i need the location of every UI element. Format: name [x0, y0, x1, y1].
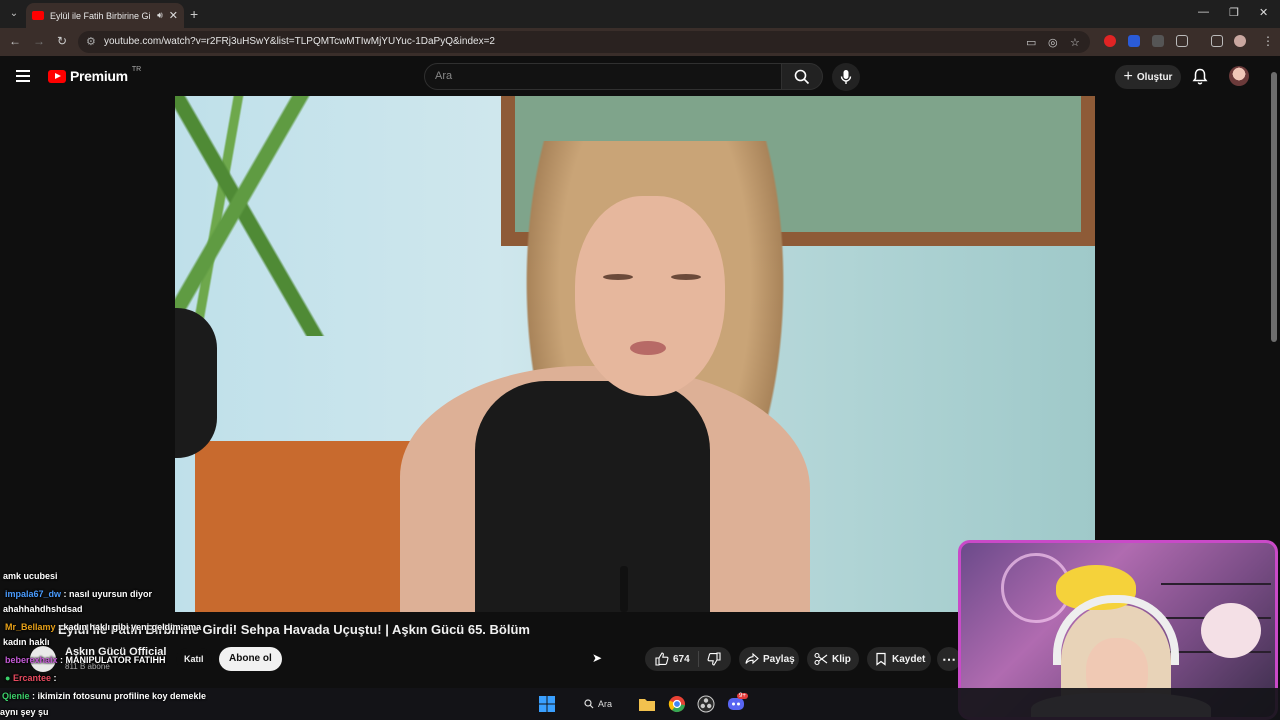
- save-button[interactable]: Kaydet: [867, 647, 931, 671]
- mouse-cursor-icon: ➤: [592, 651, 603, 665]
- tab-title: Eylül ile Fatih Birbirine Girdi: [50, 10, 152, 21]
- site-info-icon[interactable]: ⚙: [86, 35, 96, 48]
- extension-record-icon[interactable]: [1104, 35, 1116, 47]
- page-scrollbar[interactable]: [1270, 60, 1278, 350]
- clip-button[interactable]: Klip: [807, 647, 859, 671]
- tab-audio-icon[interactable]: 🔊︎: [157, 10, 163, 21]
- chat-line: Mr_Bellamy : kadın haklı gibi yeni geldi…: [5, 622, 202, 632]
- extensions-puzzle-icon[interactable]: [1176, 35, 1188, 47]
- tab-close-icon[interactable]: ✕: [169, 9, 178, 22]
- tab-search-chevron-icon[interactable]: ⌄: [6, 6, 22, 22]
- restore-icon[interactable]: ❐: [1229, 6, 1239, 19]
- join-button[interactable]: Katıl: [176, 648, 212, 670]
- search-input[interactable]: [425, 64, 781, 88]
- search-icon: [794, 69, 810, 85]
- address-bar[interactable]: ⚙ youtube.com/watch?v=r2FRj3uHSwY&list=T…: [78, 31, 1090, 53]
- browser-tab[interactable]: Eylül ile Fatih Birbirine Girdi 🔊︎ ✕: [26, 3, 184, 28]
- youtube-header: Premium TR + Oluştur: [0, 56, 1280, 96]
- reload-icon[interactable]: ↻: [57, 34, 67, 48]
- chat-line: impala67_dw : nasıl uyursun diyor: [5, 589, 153, 599]
- thumbs-up-icon: [655, 652, 669, 666]
- chat-line: beberexhaix : MANIPULATOR FATIHH: [5, 655, 166, 665]
- account-avatar[interactable]: [1229, 66, 1249, 86]
- new-tab-button[interactable]: +: [190, 6, 198, 22]
- save-label: Kaydet: [892, 653, 926, 665]
- logo-region: TR: [131, 65, 142, 73]
- chat-line: ahahhahdhshdsad: [3, 604, 83, 614]
- video-woman-eyes: [595, 274, 715, 280]
- chat-line: aynı şey şu: [0, 707, 49, 717]
- thumbs-down-icon: [707, 652, 721, 666]
- youtube-play-icon: [48, 69, 66, 83]
- dislike-button[interactable]: [699, 652, 725, 666]
- video-woman-mouth: [630, 341, 666, 355]
- taskbar-search-label: Ara: [598, 699, 613, 709]
- chat-line: Qienie : ikimizin fotosunu profiline koy…: [2, 691, 207, 701]
- video-plant: [175, 96, 325, 336]
- notifications-bell-icon[interactable]: [1192, 68, 1208, 85]
- video-player[interactable]: [175, 96, 1095, 612]
- youtube-favicon-icon: [32, 11, 44, 20]
- scissors-icon: [814, 652, 828, 666]
- video-woman-face: [575, 196, 725, 396]
- share-icon: [745, 652, 759, 665]
- taskbar-search-icon: [584, 699, 594, 709]
- share-button[interactable]: Paylaş: [739, 647, 799, 671]
- video-person-foreground: [175, 308, 217, 458]
- search-box: [424, 63, 782, 90]
- menu-icon[interactable]: [16, 70, 30, 82]
- profile-icon[interactable]: [1234, 35, 1246, 47]
- media-controls-icon[interactable]: [1211, 35, 1223, 47]
- clip-label: Klip: [832, 653, 851, 665]
- webcam-plush: [1201, 603, 1261, 658]
- chat-line: kadın haklı: [3, 637, 50, 647]
- subscribe-button[interactable]: Abone ol: [219, 647, 282, 671]
- window-close-icon[interactable]: ✕: [1259, 6, 1268, 19]
- chat-line: ● Ercantee :: [5, 673, 57, 683]
- extension-audio-icon[interactable]: [1128, 35, 1140, 47]
- logo-text: Premium: [70, 68, 128, 84]
- voice-search-button[interactable]: [832, 63, 860, 91]
- extension-dark-icon[interactable]: [1152, 35, 1164, 47]
- back-icon[interactable]: ←: [9, 34, 21, 48]
- file-explorer-icon[interactable]: [638, 695, 656, 713]
- chrome-icon[interactable]: [668, 695, 686, 713]
- windows-start-icon[interactable]: [538, 695, 556, 713]
- chat-line: amk ucubesi: [3, 571, 58, 581]
- youtube-logo[interactable]: Premium TR: [48, 65, 142, 84]
- forward-icon[interactable]: →: [33, 34, 45, 48]
- url-text: youtube.com/watch?v=r2FRj3uHSwY&list=TLP…: [104, 36, 495, 47]
- minimize-icon[interactable]: —: [1198, 6, 1209, 18]
- video-woman-top: [475, 381, 710, 612]
- cast-icon[interactable]: ▭: [1026, 36, 1036, 49]
- like-dislike-group: 674: [645, 647, 731, 671]
- browser-toolbar: ← → ↻ ⚙ youtube.com/watch?v=r2FRj3uHSwY&…: [0, 28, 1280, 56]
- microphone-icon: [840, 70, 852, 84]
- share-label: Paylaş: [763, 653, 795, 665]
- tracking-protection-icon[interactable]: ◎: [1048, 36, 1058, 49]
- create-label: Oluştur: [1136, 71, 1173, 83]
- browser-menu-icon[interactable]: ⋮: [1262, 34, 1274, 48]
- video-lapel-mic: [620, 566, 628, 612]
- like-count: 674: [673, 653, 690, 665]
- discord-badge: 9+: [737, 693, 748, 699]
- like-button[interactable]: 674: [645, 651, 699, 667]
- obs-icon[interactable]: [697, 695, 715, 713]
- bookmark-star-icon[interactable]: ☆: [1070, 36, 1080, 49]
- browser-tab-strip: ⌄ Eylül ile Fatih Birbirine Girdi 🔊︎ ✕ +…: [0, 0, 1280, 28]
- plus-icon: +: [1123, 68, 1133, 85]
- create-button[interactable]: + Oluştur: [1115, 65, 1181, 89]
- bookmark-icon: [876, 652, 886, 666]
- search-button[interactable]: [781, 63, 823, 90]
- taskbar-search[interactable]: Ara: [578, 694, 628, 714]
